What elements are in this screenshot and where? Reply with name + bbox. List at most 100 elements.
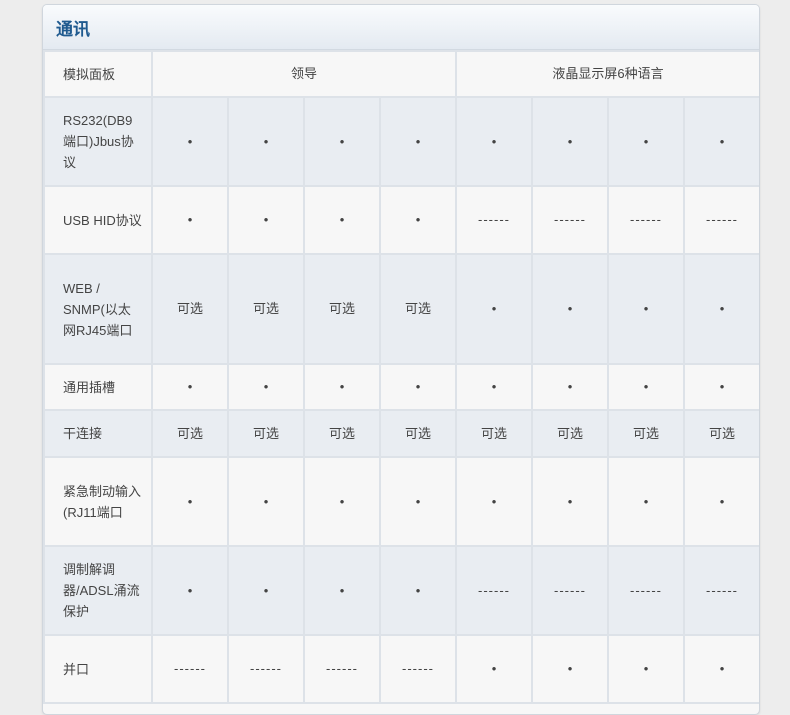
table-cell: ------ <box>455 185 534 255</box>
dash-mark: ------ <box>250 661 282 676</box>
header-cell-led: 领导 <box>150 50 458 98</box>
table-cell: • <box>303 96 381 187</box>
header-cell-lcd: 液晶显示屏6种语言 <box>455 50 759 98</box>
table-cell: • <box>531 456 610 547</box>
row-label: 并口 <box>43 634 153 704</box>
table-cell: • <box>455 634 534 704</box>
panel-header: 通讯 <box>43 5 759 50</box>
table-cell: ------ <box>683 545 759 636</box>
table-cell: • <box>151 96 229 187</box>
dash-mark: ------ <box>706 212 739 227</box>
table-row: 紧急制动输入(RJ11端口 • • • • • • • • <box>43 456 759 547</box>
table-cell: • <box>378 456 458 547</box>
spec-table: 模拟面板 领导 液晶显示屏6种语言 RS232(DB9端口)Jbus协议 • •… <box>43 50 759 704</box>
table-cell: 可选 <box>455 409 534 458</box>
table-cell: • <box>303 545 381 636</box>
table-cell: 可选 <box>683 409 759 458</box>
table-cell: ------ <box>683 185 759 255</box>
table-row: 干连接 可选 可选 可选 可选 可选 可选 可选 可选 <box>43 409 759 458</box>
table-cell: ------ <box>607 545 686 636</box>
table-cell: • <box>455 456 534 547</box>
table-cell: • <box>227 185 305 255</box>
table-cell: 可选 <box>151 253 229 365</box>
table-cell: • <box>455 363 534 411</box>
table-cell: • <box>378 96 458 187</box>
table-cell: • <box>683 634 759 704</box>
table-cell: • <box>607 363 686 411</box>
table-cell: • <box>227 456 305 547</box>
table-cell: • <box>683 363 759 411</box>
dash-mark: ------ <box>478 212 510 227</box>
table-row: WEB / SNMP(以太网RJ45端口 可选 可选 可选 可选 • • • • <box>43 253 759 365</box>
row-label: RS232(DB9端口)Jbus协议 <box>43 96 153 187</box>
table-cell: • <box>227 96 305 187</box>
table-row: USB HID协议 • • • • ------ ------ ------ -… <box>43 185 759 255</box>
table-cell: • <box>531 96 610 187</box>
table-row: 调制解调器/ADSL涌流保护 • • • • ------ ------ ---… <box>43 545 759 636</box>
table-cell: • <box>455 253 534 365</box>
table-cell: • <box>151 363 229 411</box>
table-cell: • <box>683 253 759 365</box>
table-cell: ------ <box>378 634 458 704</box>
table-cell: 可选 <box>378 253 458 365</box>
table-cell: 可选 <box>531 409 610 458</box>
table-cell: 可选 <box>151 409 229 458</box>
table-cell: • <box>303 185 381 255</box>
table-cell: • <box>378 545 458 636</box>
dash-mark: ------ <box>326 661 358 676</box>
dash-mark: ------ <box>478 582 510 598</box>
row-label: WEB / SNMP(以太网RJ45端口 <box>43 253 153 365</box>
dash-mark: ------ <box>174 661 206 676</box>
table-row: RS232(DB9端口)Jbus协议 • • • • • • • • <box>43 96 759 187</box>
row-label: 通用插槽 <box>43 363 153 411</box>
table-cell: 可选 <box>227 409 305 458</box>
table-cell: ------ <box>455 545 534 636</box>
table-cell: • <box>531 253 610 365</box>
table-cell: • <box>531 363 610 411</box>
dash-mark: ------ <box>554 582 586 598</box>
table-cell: ------ <box>151 634 229 704</box>
communication-panel: 通讯 模拟面板 领导 液晶显示屏6种语言 RS232(DB9端口)Jbus协议 … <box>42 4 760 715</box>
table-cell: ------ <box>607 185 686 255</box>
dash-mark: ------ <box>630 212 662 227</box>
section-title: 通讯 <box>56 19 90 39</box>
table-cell: • <box>227 545 305 636</box>
table-cell: 可选 <box>303 253 381 365</box>
table-cell: • <box>607 253 686 365</box>
table-row: 通用插槽 • • • • • • • • <box>43 363 759 411</box>
table-cell: • <box>303 456 381 547</box>
table-cell: • <box>151 545 229 636</box>
table-cell: • <box>683 456 759 547</box>
table-cell: • <box>303 363 381 411</box>
row-label: 干连接 <box>43 409 153 458</box>
table-cell: 可选 <box>378 409 458 458</box>
dash-mark: ------ <box>554 212 586 227</box>
table-row: 并口 ------ ------ ------ ------ • • • • <box>43 634 759 704</box>
table-cell: • <box>455 96 534 187</box>
table-cell: 可选 <box>303 409 381 458</box>
row-label: 调制解调器/ADSL涌流保护 <box>43 545 153 636</box>
row-label: USB HID协议 <box>43 185 153 255</box>
table-cell: • <box>151 185 229 255</box>
row-label: 紧急制动输入(RJ11端口 <box>43 456 153 547</box>
table-cell: ------ <box>227 634 305 704</box>
table-cell: • <box>227 363 305 411</box>
table-cell: ------ <box>531 545 610 636</box>
table-header-row: 模拟面板 领导 液晶显示屏6种语言 <box>43 50 759 98</box>
table-cell: ------ <box>531 185 610 255</box>
table-cell: • <box>607 96 686 187</box>
table-cell: • <box>531 634 610 704</box>
table-cell: ------ <box>303 634 381 704</box>
table-cell: • <box>378 185 458 255</box>
dash-mark: ------ <box>630 582 662 598</box>
table-cell: • <box>607 634 686 704</box>
table-cell: • <box>607 456 686 547</box>
table-cell: • <box>683 96 759 187</box>
table-cell: • <box>151 456 229 547</box>
dash-mark: ------ <box>402 661 434 676</box>
header-cell-panel: 模拟面板 <box>43 50 153 98</box>
dash-mark: ------ <box>706 582 739 598</box>
table-cell: 可选 <box>607 409 686 458</box>
table-cell: • <box>378 363 458 411</box>
table-cell: 可选 <box>227 253 305 365</box>
